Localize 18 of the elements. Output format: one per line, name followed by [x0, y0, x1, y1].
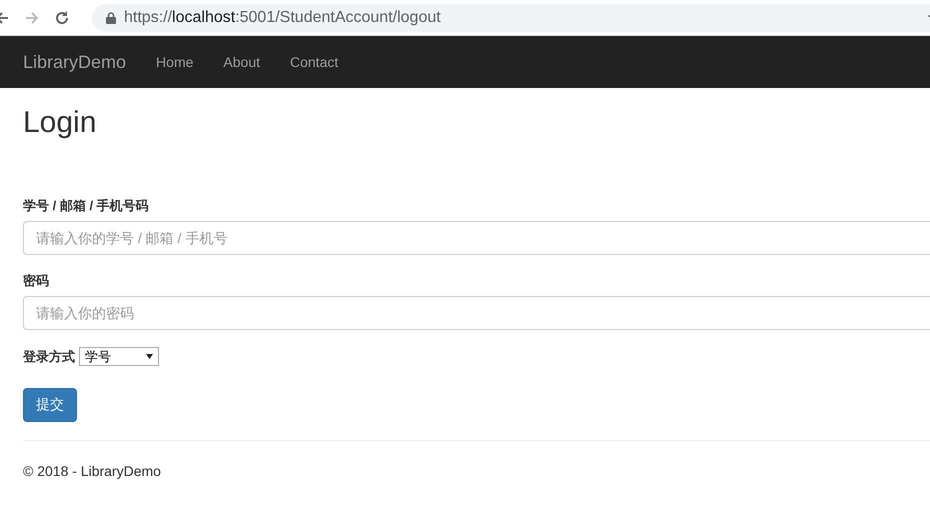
lock-icon: [106, 12, 116, 24]
brand-link[interactable]: LibraryDemo: [23, 52, 126, 72]
field-label: 学号 / 邮箱 / 手机号码: [23, 197, 150, 215]
page-title: Login: [23, 106, 98, 140]
login-method-select[interactable]: 学号: [79, 347, 159, 366]
nav-link[interactable]: Contact: [290, 54, 338, 70]
address-bar[interactable]: https://localhost:5001/StudentAccount/logout: [92, 4, 930, 32]
field-label: 密码: [23, 272, 50, 290]
input-field[interactable]: 请输入你的学号 / 邮箱 / 手机号: [23, 221, 930, 255]
field-label: 登录方式: [23, 348, 75, 366]
footer-text: © 2018 - LibraryDemo: [23, 463, 162, 479]
submit-button[interactable]: 提交: [23, 388, 77, 422]
nav-link[interactable]: Home: [156, 54, 194, 70]
nav-link[interactable]: About: [223, 54, 260, 70]
input-field[interactable]: 请输入你的密码: [23, 296, 930, 330]
url-text: https://localhost:5001/StudentAccount/logout: [124, 8, 441, 26]
reload-icon[interactable]: [54, 10, 70, 26]
caret-icon: [146, 354, 153, 359]
